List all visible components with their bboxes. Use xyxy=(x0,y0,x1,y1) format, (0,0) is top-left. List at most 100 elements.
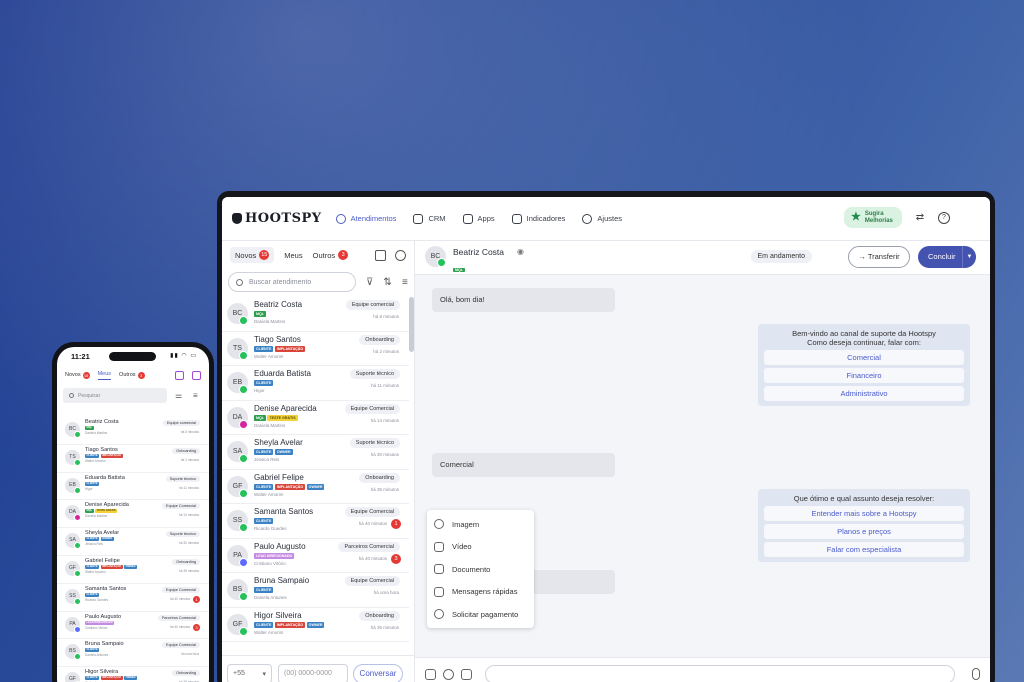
microphone-icon[interactable] xyxy=(972,668,980,680)
tag-badge: TESTE GRÁTIS xyxy=(267,414,298,421)
team-badge: Onboarding xyxy=(172,447,200,454)
list-item[interactable]: PA Paulo Augusto LEAD DIRECIONADO Cristiano… xyxy=(57,612,209,640)
list-item[interactable]: SA Sheyla Avelar CLIENTE OWNER Jéssica Reis S… xyxy=(57,528,209,556)
team-badge: Onboarding xyxy=(359,472,400,483)
tag-badge: IMPLANTAÇÃO xyxy=(100,564,123,569)
tab-outros[interactable]: Outros 3 xyxy=(119,371,145,379)
list-item[interactable]: BC Beatriz Costa MQL Daniela Martins Equipe … xyxy=(222,297,409,332)
option-button[interactable]: Entender mais sobre a Hootspy xyxy=(764,506,964,521)
search-input[interactable]: Pesquisar xyxy=(63,388,167,403)
menu-item-solicitar-pagamento[interactable]: Solicitar pagamento xyxy=(427,603,534,626)
nav-label: Apps xyxy=(477,214,495,223)
chat-icon[interactable] xyxy=(192,370,201,380)
list-item[interactable]: SA Sheyla Avelar CLIENTE OWNER Jéssica Reis S… xyxy=(222,435,409,470)
tab-meus[interactable]: Meus xyxy=(284,251,302,260)
list-filter-icon[interactable]: ≡ xyxy=(402,277,408,288)
ddi-select[interactable]: +55 ▾ xyxy=(227,663,272,682)
eye-icon[interactable]: ◉ xyxy=(517,247,524,256)
tab-meus[interactable]: Meus xyxy=(97,371,112,380)
list-item[interactable]: TS Tiago Santos CLIENTE IMPLANTAÇÃO Walter A… xyxy=(57,445,209,473)
whatsapp-icon xyxy=(239,316,248,325)
transfer-button[interactable]: → Transferir xyxy=(848,246,910,268)
list-item[interactable]: SS Samanta Santos CLIENTE Ricardo Guedes Equ… xyxy=(222,504,409,539)
tag-badge: CLIENTE xyxy=(254,380,274,386)
archive-icon[interactable] xyxy=(375,249,386,261)
nav-crm[interactable]: CRM xyxy=(413,213,446,224)
list-item[interactable]: GF Gabriel Felipe CLIENTE IMPLANTAÇÃO OWNER W… xyxy=(222,470,409,504)
laptop-frame: HOOTSPY Atendimentos CRM Apps Indicadore… xyxy=(217,191,995,682)
emoji-icon[interactable] xyxy=(443,669,454,680)
mobile-tabs: Novos 15 Meus Outros 3 xyxy=(57,365,209,385)
team-badge: Equipe comercial xyxy=(162,420,200,426)
list-item[interactable]: EB Eduarda Batista CLIENTE Higor Suporte téc… xyxy=(222,366,409,401)
sort-icon[interactable]: ⇅ xyxy=(383,277,391,288)
help-icon[interactable]: ? xyxy=(938,211,950,224)
whatsapp-icon xyxy=(239,488,248,498)
tab-outros[interactable]: Outros 3 xyxy=(313,250,349,260)
tag-badge: MQL xyxy=(85,426,94,430)
sliders-icon[interactable]: ⚌ xyxy=(175,391,185,400)
nav-apps[interactable]: Apps xyxy=(462,213,495,224)
agent-name: Jéssica Reis xyxy=(254,457,280,462)
menu-label: Solicitar pagamento xyxy=(452,609,519,619)
bot-message: Que ótimo e qual assunto deseja resolver… xyxy=(758,489,970,562)
chevron-down-icon[interactable]: ▼ xyxy=(962,246,976,268)
menu-item-video[interactable]: Vídeo xyxy=(427,536,534,559)
unread-badge: 3 xyxy=(193,623,200,631)
template-icon[interactable] xyxy=(461,669,472,680)
whatsapp-icon xyxy=(74,597,81,605)
team-badge: Parceiros Comercial xyxy=(157,614,200,621)
list-item[interactable]: EB Eduarda Batista CLIENTE Higor Suporte téc… xyxy=(57,473,209,501)
timestamp: há 14 minutos xyxy=(370,417,399,423)
team-badge: Equipe Comercial xyxy=(162,586,200,593)
tag-badge: MQL xyxy=(85,509,94,514)
scrollbar[interactable] xyxy=(409,297,414,352)
list-item[interactable]: BC Beatriz Costa MQL Daniela Martins Equipe … xyxy=(57,417,209,445)
list-item[interactable]: SS Samanta Santos CLIENTE Ricardo Guedes Equ… xyxy=(57,584,209,612)
whatsapp-icon xyxy=(74,542,81,550)
timestamp: há 35 minutos xyxy=(370,486,399,492)
menu-item-imagem[interactable]: Imagem xyxy=(427,513,534,536)
message-input[interactable] xyxy=(485,665,955,682)
logo[interactable]: HOOTSPY xyxy=(232,211,322,226)
option-button[interactable]: Falar com especialista xyxy=(764,542,964,557)
notch xyxy=(109,352,156,361)
paperclip-icon[interactable] xyxy=(425,669,436,680)
list-filter-icon[interactable]: ≡ xyxy=(193,391,203,400)
option-button[interactable]: Administrativo xyxy=(764,386,964,401)
tag-badge: IMPLANTAÇÃO xyxy=(274,621,306,628)
phone-input[interactable]: (00) 0000-0000 xyxy=(278,663,348,682)
add-icon[interactable] xyxy=(395,249,406,261)
archive-icon[interactable] xyxy=(175,370,184,380)
tab-novos[interactable]: Novos 15 xyxy=(65,371,90,379)
concluir-button[interactable]: Concluir ▼ xyxy=(918,246,976,268)
menu-item-mensagens-rapidas[interactable]: Mensagens rápidas xyxy=(427,581,534,604)
search-input[interactable]: Buscar atendimento xyxy=(228,272,356,292)
suggest-improvements-button[interactable]: ★ Sugira Melhorias xyxy=(844,207,902,228)
filter-icon[interactable]: ⊽ xyxy=(366,277,373,288)
agent-name: Cristiano Vitório xyxy=(254,560,286,566)
list-item[interactable]: GF Gabriel Felipe CLIENTE IMPLANTAÇÃO OWNER W… xyxy=(57,556,209,584)
menu-item-documento[interactable]: Documento xyxy=(427,558,534,581)
nav-atendimentos[interactable]: Atendimentos xyxy=(335,213,396,224)
option-button[interactable]: Financeiro xyxy=(764,368,964,383)
list-item[interactable]: BS Bruna Sampaio CLIENTE Daniela Antunes Equ… xyxy=(57,639,209,668)
list-item[interactable]: DA Denise Aparecida MQL TESTE GRÁTIS Daniela… xyxy=(222,401,409,435)
list-item[interactable]: GFHigor SilveiraCLIENTEIMPLANTAÇÃOOWNERW… xyxy=(222,608,409,642)
conversar-button[interactable]: Conversar xyxy=(353,663,403,682)
team-badge: Suporte técnico xyxy=(349,438,400,448)
swap-icon[interactable]: ⇄ xyxy=(914,212,926,224)
signal-wifi-battery-icon: ▮▮ ◠ ▭ xyxy=(170,353,197,359)
tag-badge: CLIENTE xyxy=(85,481,100,486)
list-item[interactable]: TS Tiago Santos CLIENTE IMPLANTAÇÃO Walter A… xyxy=(222,332,409,366)
list-item[interactable]: BS Bruna Sampaio CLIENTE Daniela Antunes Equ… xyxy=(222,573,409,608)
list-item[interactable]: PA Paulo Augusto LEAD DIRECIONADO Cristiano… xyxy=(222,539,409,573)
option-button[interactable]: Planos e preços xyxy=(764,524,964,539)
option-button[interactable]: Comercial xyxy=(764,350,964,365)
list-item[interactable]: DA Denise Aparecida MQL TESTE GRÁTIS Daniela… xyxy=(57,500,209,529)
tag-badge: CLIENTE xyxy=(85,592,100,597)
list-item[interactable]: GFHigor SilveiraCLIENTEIMPLANTAÇÃOOWNERW… xyxy=(57,667,209,682)
nav-ajustes[interactable]: Ajustes xyxy=(582,213,622,224)
nav-indicadores[interactable]: Indicadores xyxy=(511,213,565,224)
tab-novos[interactable]: Novos 15 xyxy=(230,247,275,263)
